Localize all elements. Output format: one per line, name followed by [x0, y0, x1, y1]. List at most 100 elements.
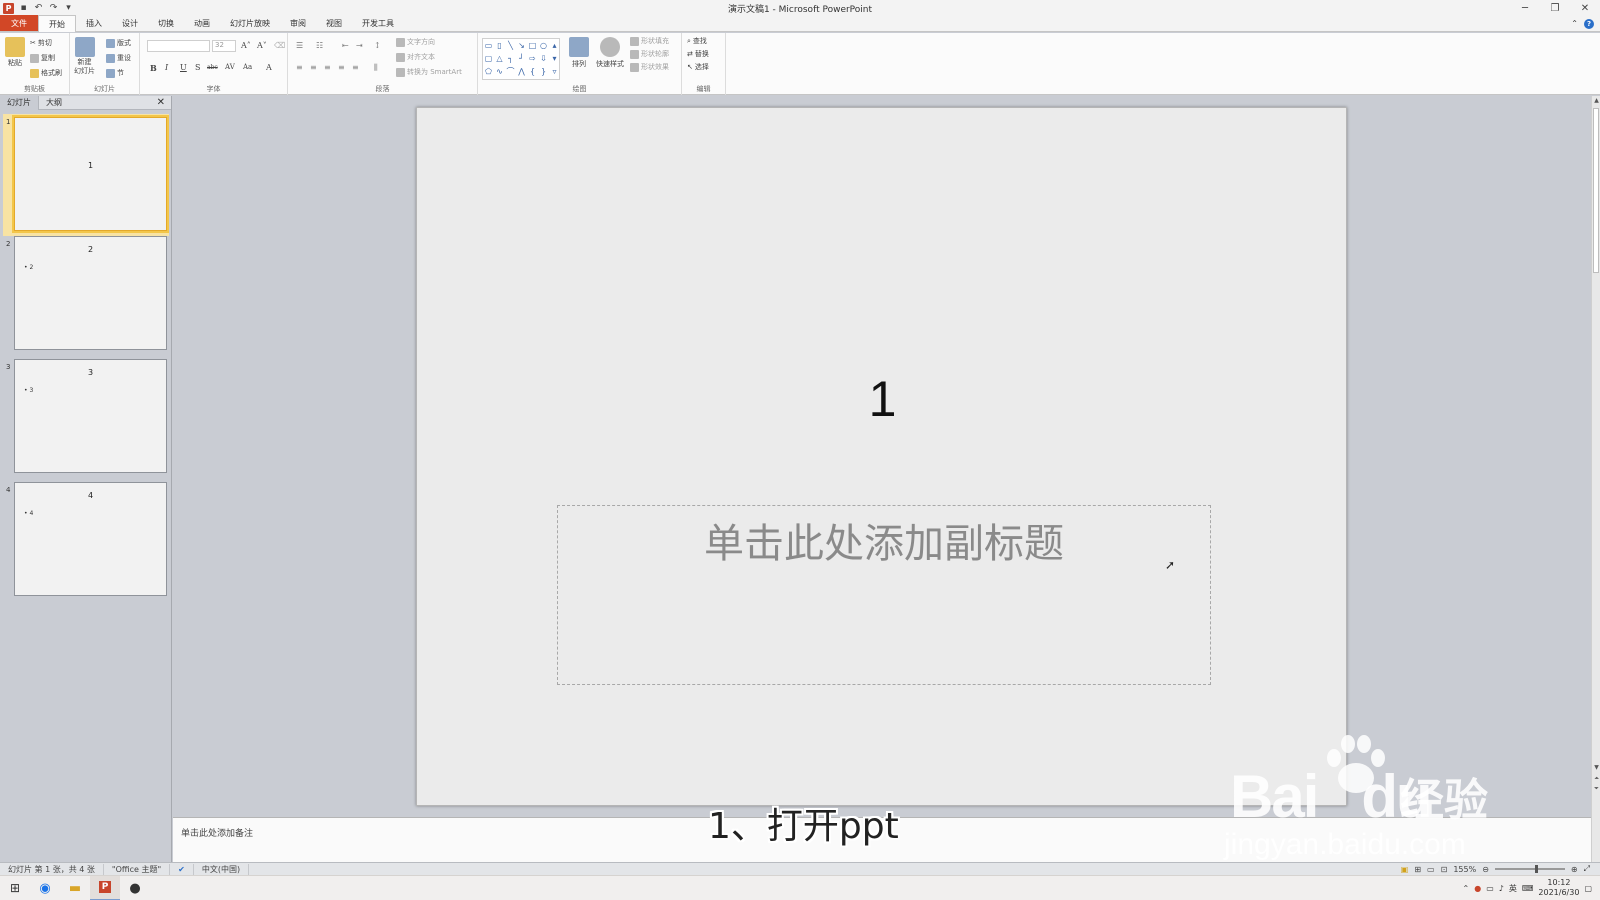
- close-button[interactable]: ✕: [1570, 0, 1600, 16]
- find-button[interactable]: ⌕ 查找: [687, 36, 707, 46]
- notification-icon[interactable]: ▢: [1584, 884, 1592, 893]
- thumbnail-row-2[interactable]: 2 2 • 2: [0, 236, 172, 358]
- tab-review[interactable]: 审阅: [280, 15, 316, 31]
- shape-fill-button[interactable]: 形状填充: [630, 36, 669, 46]
- scroll-up-icon[interactable]: ▲: [1592, 97, 1600, 104]
- notes-placeholder[interactable]: 单击此处添加备注: [181, 826, 253, 839]
- zoom-level[interactable]: 155%: [1453, 865, 1476, 874]
- tray-app-icon[interactable]: ●: [1474, 884, 1481, 893]
- justify-icon[interactable]: ≡: [338, 63, 345, 72]
- increase-indent-icon[interactable]: ⇥: [356, 41, 363, 50]
- zoom-slider-handle[interactable]: [1534, 865, 1538, 873]
- clock[interactable]: 10:12 2021/6/30: [1538, 878, 1579, 898]
- grow-font-icon[interactable]: A˄: [241, 41, 251, 50]
- slide-thumbnail[interactable]: 3 • 3: [14, 359, 167, 473]
- align-left-icon[interactable]: ≡: [296, 63, 303, 72]
- triangle-shape-icon[interactable]: △: [494, 52, 505, 65]
- close-pane-icon[interactable]: ✕: [157, 97, 165, 108]
- slide-thumbnail[interactable]: 1: [12, 115, 169, 233]
- curve-shape-icon[interactable]: ∿: [494, 65, 505, 78]
- tab-view[interactable]: 视图: [316, 15, 352, 31]
- format-painter-button[interactable]: 格式刷: [30, 68, 62, 78]
- strikethrough-button[interactable]: abc: [207, 64, 218, 71]
- change-case-button[interactable]: Aa: [243, 63, 252, 71]
- shape-outline-button[interactable]: 形状轮廓: [630, 49, 669, 59]
- reading-view-icon[interactable]: ▭: [1427, 865, 1435, 874]
- underline-button[interactable]: U: [180, 63, 187, 72]
- restore-button[interactable]: ❐: [1540, 0, 1570, 16]
- next-slide-icon[interactable]: ⏷: [1592, 785, 1600, 793]
- tab-insert[interactable]: 插入: [76, 15, 112, 31]
- arc-shape-icon[interactable]: ⌒: [505, 65, 516, 78]
- pentagon-shape-icon[interactable]: ⬠: [483, 65, 494, 78]
- file-explorer-icon[interactable]: ▬: [60, 876, 90, 900]
- slideshow-view-icon[interactable]: ⊡: [1441, 865, 1448, 874]
- elbow-shape-icon[interactable]: ┐: [505, 52, 516, 65]
- shapes-gallery[interactable]: ▭ ▯ ╲ ↘ □ ○ ▴ ▢ △ ┐ ┘ ⇨ ⇩ ▾ ⬠ ∿ ⌒ ⋀{} ▿: [482, 38, 560, 80]
- arrow-line-shape-icon[interactable]: ↘: [516, 39, 527, 52]
- bold-button[interactable]: B: [150, 63, 157, 73]
- zoom-slider[interactable]: [1494, 865, 1565, 873]
- char-spacing-button[interactable]: AV: [225, 63, 235, 71]
- italic-button[interactable]: I: [165, 63, 168, 72]
- rect-shape-icon[interactable]: □: [527, 39, 538, 52]
- down-arrow-shape-icon[interactable]: ⇩: [538, 52, 549, 65]
- rounded-rect-shape-icon[interactable]: ▢: [483, 52, 494, 65]
- powerpoint-taskbar-icon[interactable]: P: [90, 875, 120, 900]
- tab-developer[interactable]: 开发工具: [352, 15, 404, 31]
- line-spacing-icon[interactable]: ↕: [374, 41, 381, 50]
- tab-file[interactable]: 文件: [0, 15, 38, 31]
- tab-transitions[interactable]: 切换: [148, 15, 184, 31]
- select-button[interactable]: ↖ 选择: [687, 62, 709, 72]
- slide-sorter-view-icon[interactable]: ⊞: [1414, 865, 1421, 874]
- vertical-scrollbar[interactable]: ▲ ▼ ⏶ ⏷: [1591, 96, 1600, 862]
- paste-button[interactable]: 粘贴: [5, 37, 25, 68]
- brace-left-shape-icon[interactable]: {: [527, 65, 538, 78]
- network-icon[interactable]: ▭: [1486, 884, 1494, 893]
- tray-expand-icon[interactable]: ⌃: [1463, 884, 1470, 893]
- keyboard-icon[interactable]: ⌨: [1522, 884, 1534, 893]
- spellcheck-icon[interactable]: ✔: [170, 863, 194, 875]
- thumbnail-row-4[interactable]: 4 4 • 4: [0, 482, 172, 604]
- line-shape-icon[interactable]: ╲: [505, 39, 516, 52]
- thumbnail-row-1[interactable]: 1 1: [0, 114, 172, 236]
- clear-format-icon[interactable]: ⌫: [274, 41, 285, 50]
- oval-shape-icon[interactable]: ○: [538, 39, 549, 52]
- right-arrow-shape-icon[interactable]: ⇨: [527, 52, 538, 65]
- convert-smartart-button[interactable]: 转换为 SmartArt: [396, 67, 462, 77]
- start-icon[interactable]: ⊞: [0, 876, 30, 900]
- brace-right-shape-icon[interactable]: }: [538, 65, 549, 78]
- powerpoint-logo-icon[interactable]: P: [3, 2, 14, 14]
- redo-icon[interactable]: ↷: [48, 3, 59, 14]
- arrange-button[interactable]: 排列: [569, 37, 589, 69]
- layout-button[interactable]: 版式: [106, 38, 131, 48]
- theme-status[interactable]: "Office 主题": [104, 863, 171, 875]
- ime-indicator[interactable]: 英: [1509, 883, 1517, 894]
- language-status[interactable]: 中文(中国): [194, 863, 250, 875]
- decrease-indent-icon[interactable]: ⇤: [342, 41, 349, 50]
- subtitle-placeholder[interactable]: 单击此处添加副标题: [557, 505, 1211, 685]
- replace-button[interactable]: ⇄ 替换: [687, 49, 709, 59]
- text-direction-button[interactable]: 文字方向: [396, 37, 435, 47]
- textbox-shape-icon[interactable]: ▭: [483, 39, 494, 52]
- thumbnail-row-3[interactable]: 3 3 • 3: [0, 359, 172, 481]
- customize-qat-icon[interactable]: ▾: [63, 3, 74, 14]
- shape-effects-button[interactable]: 形状效果: [630, 62, 669, 72]
- tab-animations[interactable]: 动画: [184, 15, 220, 31]
- font-size-dropdown[interactable]: 32: [212, 40, 236, 52]
- elbow2-shape-icon[interactable]: ┘: [516, 52, 527, 65]
- slide-canvas[interactable]: 1 单击此处添加副标题: [416, 107, 1347, 806]
- slide-thumbnail[interactable]: 2 • 2: [14, 236, 167, 350]
- shrink-font-icon[interactable]: A˅: [257, 41, 267, 50]
- cut-button[interactable]: ✂ 剪切: [30, 38, 52, 48]
- tab-slideshow[interactable]: 幻灯片放映: [220, 15, 280, 31]
- undo-icon[interactable]: ↶: [33, 3, 44, 14]
- tab-outline-pane[interactable]: 大纲: [39, 96, 69, 110]
- slide-thumbnail[interactable]: 4 • 4: [14, 482, 167, 596]
- scroll-down-icon[interactable]: ▼: [1592, 764, 1600, 771]
- normal-view-icon[interactable]: ▣: [1401, 865, 1409, 874]
- font-family-dropdown[interactable]: [147, 40, 210, 52]
- freeform-shape-icon[interactable]: ⋀: [516, 65, 527, 78]
- browser-icon[interactable]: ◉: [30, 876, 60, 900]
- distribute-icon[interactable]: ≡: [352, 63, 359, 72]
